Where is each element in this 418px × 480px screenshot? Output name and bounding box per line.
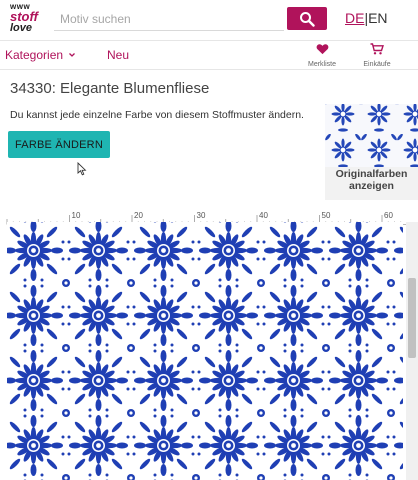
original-colors-thumbnail[interactable]: Originalfarben anzeigen <box>325 104 418 200</box>
mouse-cursor-icon <box>77 162 87 176</box>
search-input[interactable] <box>54 7 284 31</box>
categories-label: Kategorien <box>5 48 64 62</box>
fabric-pattern-preview <box>7 222 403 480</box>
wishlist-label: Merkliste <box>307 61 336 68</box>
original-colors-line2: anzeigen <box>349 180 394 192</box>
language-switch: DE|EN <box>345 10 388 26</box>
pattern-scrollbar[interactable] <box>406 222 418 480</box>
nav-new-link[interactable]: Neu <box>107 48 129 62</box>
original-colors-line1: Originalfarben <box>335 168 408 180</box>
categories-menu[interactable]: Kategorien <box>5 48 76 62</box>
search-icon <box>300 11 315 27</box>
ruler-tick-label: 60 <box>384 211 393 220</box>
header: www stoff love DE|EN <box>0 0 418 40</box>
ruler-tick-label: 40 <box>259 211 268 220</box>
product-description: Du kannst jede einzelne Farbe von diesem… <box>10 109 304 121</box>
ruler-tick-label: 30 <box>197 211 206 220</box>
cart-link[interactable]: Einkäufe <box>357 41 397 68</box>
site-logo[interactable]: www stoff love <box>10 3 46 37</box>
original-colors-label: Originalfarben anzeigen <box>325 168 418 192</box>
chevron-down-icon <box>69 53 76 57</box>
heart-icon <box>316 44 328 55</box>
ruler-tick-label: 10 <box>72 211 81 220</box>
lang-en-link[interactable]: EN <box>368 10 387 26</box>
thumbnail-pattern <box>325 104 418 167</box>
ruler-tick-label: 50 <box>322 211 331 220</box>
ruler-tick-label: 20 <box>134 211 143 220</box>
search-button[interactable] <box>287 7 327 30</box>
lang-de-link[interactable]: DE <box>345 10 364 26</box>
wishlist-link[interactable]: Merkliste <box>302 41 342 68</box>
ruler-major-ticks: 10 20 30 40 50 60 <box>72 211 394 220</box>
page-title: 34330: Elegante Blumenfliese <box>10 80 210 97</box>
cart-icon <box>370 43 384 55</box>
main-nav: Kategorien Neu Merkliste Einkäufe <box>0 40 418 70</box>
change-color-button[interactable]: FARBE ÄNDERN <box>8 131 110 158</box>
cart-label: Einkäufe <box>363 61 391 68</box>
logo-love: love <box>10 22 33 34</box>
scrollbar-thumb[interactable] <box>408 278 416 358</box>
